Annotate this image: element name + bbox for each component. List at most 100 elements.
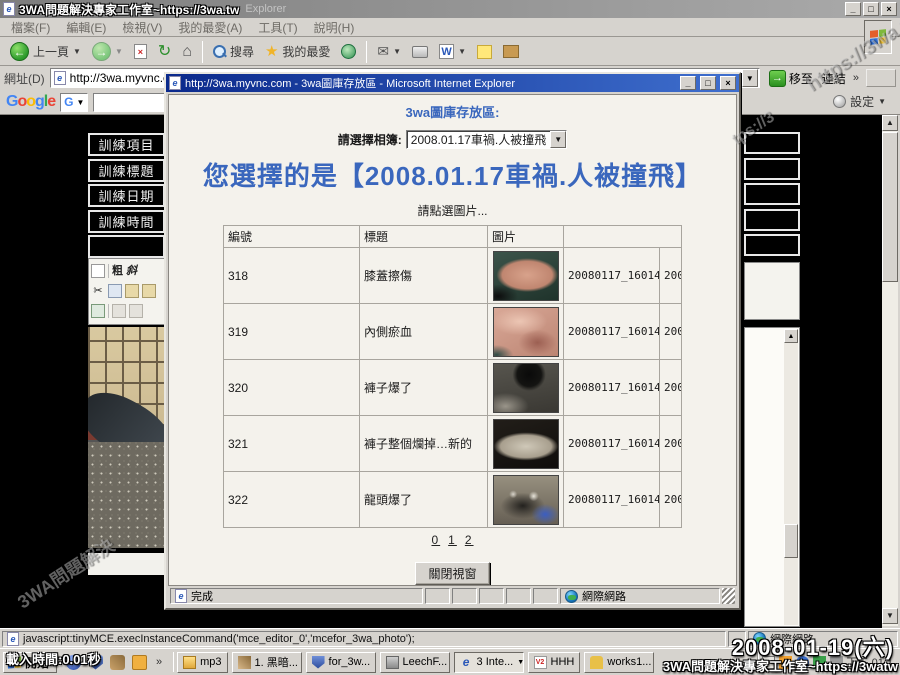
sidebar-button[interactable]: 訓練標題 (88, 159, 165, 182)
table-edit-icon[interactable] (91, 304, 105, 318)
quicklaunch-blue-app-icon[interactable] (66, 655, 81, 670)
minimize-button[interactable]: _ (845, 2, 861, 16)
inner-scrollbar[interactable]: ▲ (784, 329, 798, 625)
sidebar-button[interactable]: 訓練時間 (88, 210, 165, 233)
taskbar-button[interactable]: e3 Inte...▼ (454, 652, 524, 673)
thumbnail-image[interactable] (493, 251, 559, 301)
quicklaunch-chevron-icon[interactable]: » (154, 656, 164, 668)
album-select-label: 請選擇相簿: (338, 131, 402, 148)
scroll-down-button[interactable]: ▼ (882, 608, 898, 624)
popup-close-button[interactable]: × (720, 76, 736, 90)
back-button[interactable]: ← 上一頁 ▼ (6, 40, 85, 63)
new-document-icon[interactable] (91, 264, 105, 278)
start-button[interactable]: 開始 (3, 652, 57, 673)
quicklaunch-shield-icon[interactable] (88, 655, 103, 670)
photo-thumb-cell (488, 360, 564, 416)
pagination-link[interactable]: 1 (448, 533, 457, 547)
refresh-button[interactable]: ↻ (154, 42, 175, 61)
home-button[interactable]: ⌂ (178, 42, 196, 61)
row-props-icon[interactable] (112, 304, 126, 318)
select-dropdown-icon[interactable]: ▼ (550, 131, 566, 148)
taskbar-button[interactable]: mp3 (177, 652, 227, 673)
tray-orange-icon[interactable] (779, 656, 792, 669)
address-dropdown-icon[interactable]: ▼ (742, 69, 758, 87)
popup-title: http://3wa.myvnc.com - 3wa圖庫存放區 - Micros… (185, 75, 676, 91)
thumbnail-image[interactable] (493, 419, 559, 469)
v2-icon: V2 (534, 656, 547, 669)
thumbnail-image[interactable] (493, 363, 559, 413)
paste-icon[interactable] (125, 284, 139, 298)
scroll-up-icon[interactable]: ▲ (784, 329, 798, 343)
tray-blue-icon[interactable] (796, 656, 809, 669)
notes-button[interactable] (473, 43, 496, 61)
stop-button[interactable]: × (130, 42, 151, 61)
word-dropdown-icon[interactable]: ▼ (458, 44, 466, 59)
popup-maximize-button[interactable]: □ (700, 76, 716, 90)
bold-button[interactable]: 粗 (112, 264, 123, 279)
menu-item[interactable]: 編輯(E) (59, 17, 113, 38)
history-button[interactable] (337, 42, 360, 61)
links-chevron-icon[interactable]: » (851, 72, 861, 84)
sidebar-button[interactable]: 訓練項目 (88, 133, 165, 156)
paste-word-icon[interactable] (142, 284, 156, 298)
sidebar-button[interactable]: 訓練日期 (88, 184, 165, 207)
photo-id-cell: 320 (224, 360, 360, 416)
quicklaunch-clock-icon[interactable] (132, 655, 147, 670)
thumbnail-image[interactable] (493, 307, 559, 357)
background-photo[interactable] (88, 327, 165, 548)
popup-minimize-button[interactable]: _ (680, 76, 696, 90)
cut-icon[interactable]: ✂ (91, 284, 105, 298)
pagination-link[interactable]: 2 (465, 533, 474, 547)
scroll-thumb[interactable] (882, 132, 898, 282)
close-button[interactable]: × (881, 2, 897, 16)
thumbnail-image[interactable] (493, 475, 559, 525)
popup-title-bar[interactable]: e http://3wa.myvnc.com - 3wa圖庫存放區 - Micr… (166, 74, 739, 92)
research-button[interactable] (499, 43, 523, 60)
edit-word-button[interactable]: W ▼ (435, 42, 470, 61)
taskbar-button[interactable]: V2HHH (528, 652, 581, 673)
go-button[interactable]: → 移至 (765, 69, 817, 88)
extra-toolbar-button[interactable] (866, 69, 896, 87)
menu-item[interactable]: 工具(T) (251, 17, 304, 38)
menu-item[interactable]: 檔案(F) (4, 17, 57, 38)
album-select-value: 2008.01.17車禍.人被撞飛 (407, 131, 550, 148)
tray-gray-icon[interactable] (830, 656, 843, 669)
close-window-button[interactable]: 關閉視窗 (415, 562, 489, 585)
forward-button[interactable]: → ▼ (88, 40, 127, 63)
italic-button[interactable]: 斜 (126, 264, 137, 279)
taskbar-button[interactable]: LeechF... (380, 652, 450, 673)
quicklaunch-brush-icon[interactable] (110, 655, 125, 670)
cell-props-icon[interactable] (129, 304, 143, 318)
scroll-up-button[interactable]: ▲ (882, 115, 898, 131)
print-button[interactable] (408, 44, 432, 60)
resize-grip[interactable] (722, 588, 735, 604)
google-g-button[interactable]: G ▼ (60, 93, 88, 112)
google-settings-button[interactable]: 設定 ▼ (833, 93, 886, 110)
pagination-link[interactable]: 0 (431, 533, 440, 547)
taskbar-button[interactable]: for_3w... (306, 652, 376, 673)
search-button[interactable]: 搜尋 (209, 41, 258, 62)
favorites-button[interactable]: ★ 我的最愛 (261, 41, 334, 62)
mail-button[interactable]: ✉ ▼ (373, 42, 405, 61)
links-button[interactable]: 連結 (822, 70, 846, 87)
menu-item[interactable]: 我的最愛(A) (171, 17, 249, 38)
tray-green-icon[interactable] (813, 656, 826, 669)
photo-gravel-region (88, 442, 165, 548)
taskbar-dropdown-icon[interactable]: ▼ (517, 659, 523, 666)
inner-scroll-thumb[interactable] (784, 524, 798, 558)
menu-item[interactable]: 檢視(V) (115, 17, 169, 38)
photo-filename-cell: 20080117_160144_1.jpg (564, 304, 660, 360)
keyboard-ime-icon[interactable] (762, 656, 775, 669)
taskbar-button[interactable]: 1. 黑暗... (232, 652, 302, 673)
main-vertical-scrollbar[interactable]: ▲ ▼ (882, 115, 898, 626)
menu-item[interactable]: 說明(H) (307, 17, 362, 38)
back-dropdown-icon[interactable]: ▼ (73, 44, 81, 59)
taskbar-button[interactable]: works1... (584, 652, 654, 673)
forward-dropdown-icon[interactable]: ▼ (115, 44, 123, 59)
photo-row: 322龍頭爆了20080117_160144_4.jpg20080117_160… (224, 472, 682, 528)
copy-icon[interactable] (108, 284, 122, 298)
album-select[interactable]: 2008.01.17車禍.人被撞飛 ▼ (406, 130, 567, 149)
restore-button[interactable]: □ (863, 2, 879, 16)
pagination: 012 (169, 533, 736, 547)
mail-dropdown-icon[interactable]: ▼ (393, 44, 401, 59)
